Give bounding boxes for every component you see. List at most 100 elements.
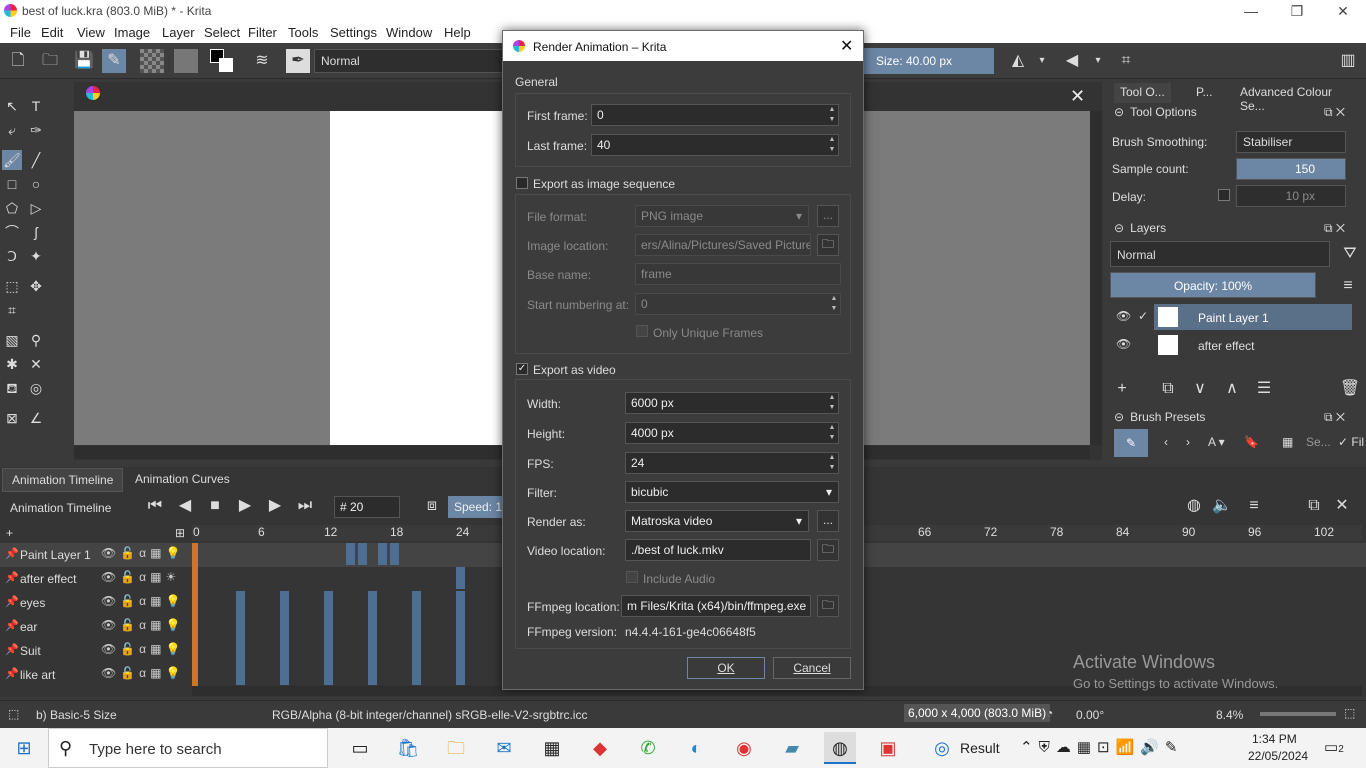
base-name-field[interactable]: frame — [635, 263, 841, 285]
zoom-slider[interactable] — [1260, 712, 1336, 716]
windows-start-icon[interactable]: ⊞ — [8, 732, 40, 764]
tab-advanced-colour[interactable]: Advanced Colour Se... — [1234, 83, 1366, 113]
panel-float-close-icons[interactable]: ⧉ ✕ — [1324, 410, 1345, 430]
grid-view-icon[interactable]: ▦ — [1282, 435, 1293, 449]
edit-shape-icon[interactable]: ⤶ — [2, 120, 22, 140]
drop-frames-icon[interactable]: ⧈ — [420, 494, 444, 518]
blend-mode-select[interactable]: Normal — [314, 49, 504, 73]
document-tab-icon[interactable] — [86, 86, 100, 100]
height-field[interactable]: 4000 px ▲ ▼ — [625, 422, 839, 444]
ffmpeg-location-field[interactable]: m Files/Krita (x64)/bin/ffmpeg.exe — [621, 595, 811, 617]
delay-checkbox[interactable] — [1218, 189, 1230, 201]
clock-time[interactable]: 1:34 PM — [1252, 732, 1297, 746]
whatsapp-icon[interactable]: ✆ — [632, 732, 664, 764]
last-frame-field[interactable]: 40 ▲ ▼ — [591, 134, 839, 156]
menu-layer[interactable]: Layer — [162, 25, 195, 40]
menu-tools[interactable]: Tools — [288, 25, 318, 40]
app-icon[interactable]: ▰ — [776, 732, 808, 764]
close-document-icon[interactable]: ✕ — [1070, 86, 1085, 107]
open-folder-icon[interactable]: 🗀 — [38, 49, 62, 73]
text-tool-icon[interactable]: T — [26, 96, 46, 116]
keyframe[interactable] — [390, 543, 399, 565]
tag-select[interactable]: A ▾ — [1208, 435, 1225, 449]
brush-preset-icon[interactable]: ✒ — [286, 49, 310, 73]
smart-patch-icon[interactable]: ✱ — [2, 354, 22, 374]
result-app-icon[interactable]: ◎ — [926, 732, 958, 764]
next-frame-icon[interactable]: ▶ — [263, 494, 287, 518]
file-explorer-icon[interactable]: 🗀 — [440, 732, 472, 764]
fps-field[interactable]: 24 ▲ ▼ — [625, 452, 839, 474]
keyframe-column[interactable] — [236, 591, 245, 685]
line-tool-icon[interactable]: ╱ — [26, 150, 46, 170]
clock-date[interactable]: 22/05/2024 — [1248, 749, 1308, 763]
status-dimensions[interactable]: 6,000 x 4,000 (803.0 MiB) — [904, 704, 1051, 722]
chevron-left-icon[interactable]: ‹ — [1164, 435, 1168, 449]
calligraphy-icon[interactable]: ✑ — [26, 120, 46, 140]
visibility-eye-icon[interactable]: 👁 — [1116, 309, 1131, 323]
keyframe[interactable] — [358, 543, 367, 565]
panel-toggle-icon[interactable]: ▥ — [1336, 49, 1360, 73]
brush-edit-icon[interactable]: ✎ — [102, 49, 126, 73]
measure-tool-icon[interactable]: ∠ — [26, 408, 46, 428]
audio-icon[interactable]: 🔈 — [1210, 494, 1234, 518]
crop-tool-icon[interactable]: ⌗ — [2, 300, 22, 320]
keyframe[interactable] — [378, 543, 387, 565]
app-icon[interactable]: ▦ — [536, 732, 568, 764]
visibility-eye-icon[interactable]: 👁 — [1116, 337, 1131, 351]
brush-preset-thumb[interactable]: ✎ — [1114, 429, 1148, 457]
delete-layer-icon[interactable]: 🗑 — [1338, 377, 1362, 401]
layer-name[interactable]: after effect — [1198, 339, 1254, 353]
keyframe-column[interactable] — [456, 591, 465, 685]
move-layer-up-icon[interactable]: ∧ — [1220, 377, 1244, 401]
add-layer-icon[interactable]: + — [1110, 377, 1134, 401]
rectangle-select-icon[interactable]: ⊠ — [2, 408, 22, 428]
layer-check-icon[interactable]: ✓ — [1138, 309, 1148, 323]
layer-blend-select[interactable]: Normal — [1110, 241, 1330, 267]
include-audio-label[interactable]: Include Audio — [643, 572, 715, 586]
vertical-scrollbar[interactable] — [1090, 111, 1102, 445]
polygon-tool-icon[interactable]: ⬠ — [2, 198, 22, 218]
unique-frames-checkbox[interactable] — [636, 325, 648, 337]
play-icon[interactable]: ▶ — [233, 494, 257, 518]
folder-icon[interactable]: 🗀 — [817, 595, 839, 617]
chevron-down-icon[interactable]: ▾ — [1030, 49, 1054, 73]
pattern-icon[interactable] — [174, 49, 198, 73]
stop-icon[interactable]: ■ — [203, 494, 227, 518]
duplicate-layer-icon[interactable]: ⧉ — [1156, 377, 1180, 401]
keyframe-column[interactable] — [280, 591, 289, 685]
ruler-settings-icon[interactable]: ⊞ — [175, 526, 185, 540]
menu-view[interactable]: View — [77, 25, 105, 40]
canvas-image[interactable] — [330, 111, 502, 445]
chrome-icon[interactable]: ◉ — [728, 732, 760, 764]
delay-field[interactable]: 10 px — [1236, 185, 1346, 207]
prev-frame-icon[interactable]: ◀ — [173, 494, 197, 518]
keyframe[interactable] — [456, 567, 465, 589]
polyline-tool-icon[interactable]: ▷ — [26, 198, 46, 218]
restore-button[interactable]: ❐ — [1274, 0, 1320, 23]
system-tray-icons[interactable]: ⌃⛨☁▦⊡📶🔊✎ — [1020, 738, 1183, 756]
preset-list-icon[interactable]: ≋ — [250, 49, 274, 73]
folder-icon[interactable]: 🗀 — [817, 234, 839, 256]
status-rotation[interactable]: 0.00° — [1076, 708, 1104, 722]
keyframe-column[interactable] — [324, 591, 333, 685]
recorder-icon[interactable]: ▣ — [872, 732, 904, 764]
first-frame-field[interactable]: 0 ▲ ▼ — [591, 104, 839, 126]
speed-field[interactable]: Speed: 10 — [448, 496, 504, 518]
edge-icon[interactable]: ◐ — [680, 732, 712, 764]
bezier-tool-icon[interactable]: ⌒ — [2, 222, 22, 242]
close-panel-icon[interactable]: ✕ — [1330, 494, 1354, 518]
fit-view-icon[interactable]: ⬚ — [1344, 706, 1355, 720]
ok-button[interactable]: OK — [687, 657, 765, 679]
freehand-path-icon[interactable]: ʃ — [26, 222, 46, 242]
krita-taskbar-icon[interactable]: ◍ — [824, 732, 856, 764]
assistant-tool-icon[interactable]: ✕ — [26, 354, 46, 374]
minimize-button[interactable]: — — [1228, 0, 1274, 23]
render-as-select[interactable]: Matroska video ▾ — [625, 510, 809, 532]
menu-filter[interactable]: Filter — [248, 25, 277, 40]
export-video-label[interactable]: Export as video — [533, 363, 616, 377]
float-panel-icon[interactable]: ⧉ — [1302, 494, 1326, 518]
current-frame-field[interactable]: # 20 — [334, 496, 400, 518]
ellipse-tool-icon[interactable]: ○ — [26, 174, 46, 194]
file-format-select[interactable]: PNG image ▾ — [635, 205, 809, 227]
filter-icon[interactable]: ⛛ — [1338, 242, 1362, 266]
